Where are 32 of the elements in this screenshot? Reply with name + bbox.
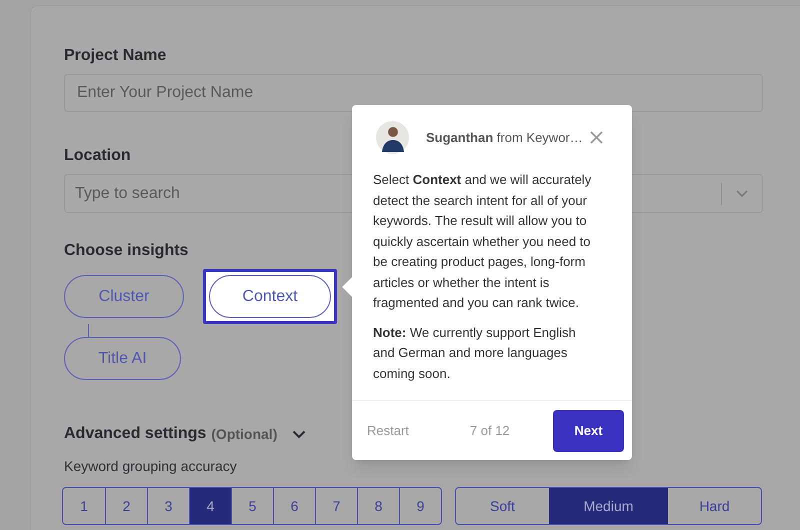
accuracy-option[interactable]: 5 <box>231 488 273 524</box>
field-label: Location <box>64 146 132 166</box>
project-name-field[interactable]: Enter Your Project Name <box>64 74 763 112</box>
accuracy-option[interactable]: 6 <box>273 488 315 524</box>
restart-button[interactable]: Restart <box>367 420 409 440</box>
field-label: Choose insights <box>64 241 188 261</box>
avatar <box>376 121 409 154</box>
chevron-down-icon[interactable] <box>292 430 306 438</box>
accuracy-option[interactable]: 9 <box>399 488 441 524</box>
section-title: Advanced settings <box>64 424 206 444</box>
progress-text: 7 of 12 <box>470 422 510 440</box>
accuracy-option[interactable]: 1 <box>63 488 105 524</box>
accuracy-option[interactable]: 2 <box>105 488 147 524</box>
optional-note: (Optional) <box>211 424 278 444</box>
hub-method-option[interactable]: Medium <box>549 488 668 524</box>
close-icon[interactable] <box>590 131 603 144</box>
accuracy-option[interactable]: 7 <box>315 488 357 524</box>
popover-note: Note: We currently support English and German and more languages coming soon. <box>372 324 577 383</box>
sender-name: Suganthan from Keywor… <box>426 128 583 147</box>
field-label: Keyword grouping accuracy <box>64 457 238 476</box>
chevron-down-icon <box>736 190 748 198</box>
popover-body: Select Context and we will accurately detect the search intent for all of your keywords. The result will allow you to quickly ascertain whether you need to be creating product pages, long-form articles or whether the intent is fragmented and you can rank twice. <box>372 171 592 312</box>
dropdown-toggle[interactable] <box>721 174 763 213</box>
insight-option[interactable]: Context <box>209 275 331 318</box>
accuracy-option[interactable]: 8 <box>357 488 399 524</box>
hub-method-option[interactable]: Hard <box>668 488 761 524</box>
accuracy-option[interactable]: 4 <box>189 488 231 524</box>
insight-option[interactable]: Cluster <box>64 275 184 318</box>
next-button[interactable]: Next <box>553 410 624 452</box>
insight-option[interactable]: Title AI <box>64 337 181 380</box>
hub-method-option[interactable]: Soft <box>456 488 549 524</box>
field-label: Project Name <box>64 46 168 66</box>
